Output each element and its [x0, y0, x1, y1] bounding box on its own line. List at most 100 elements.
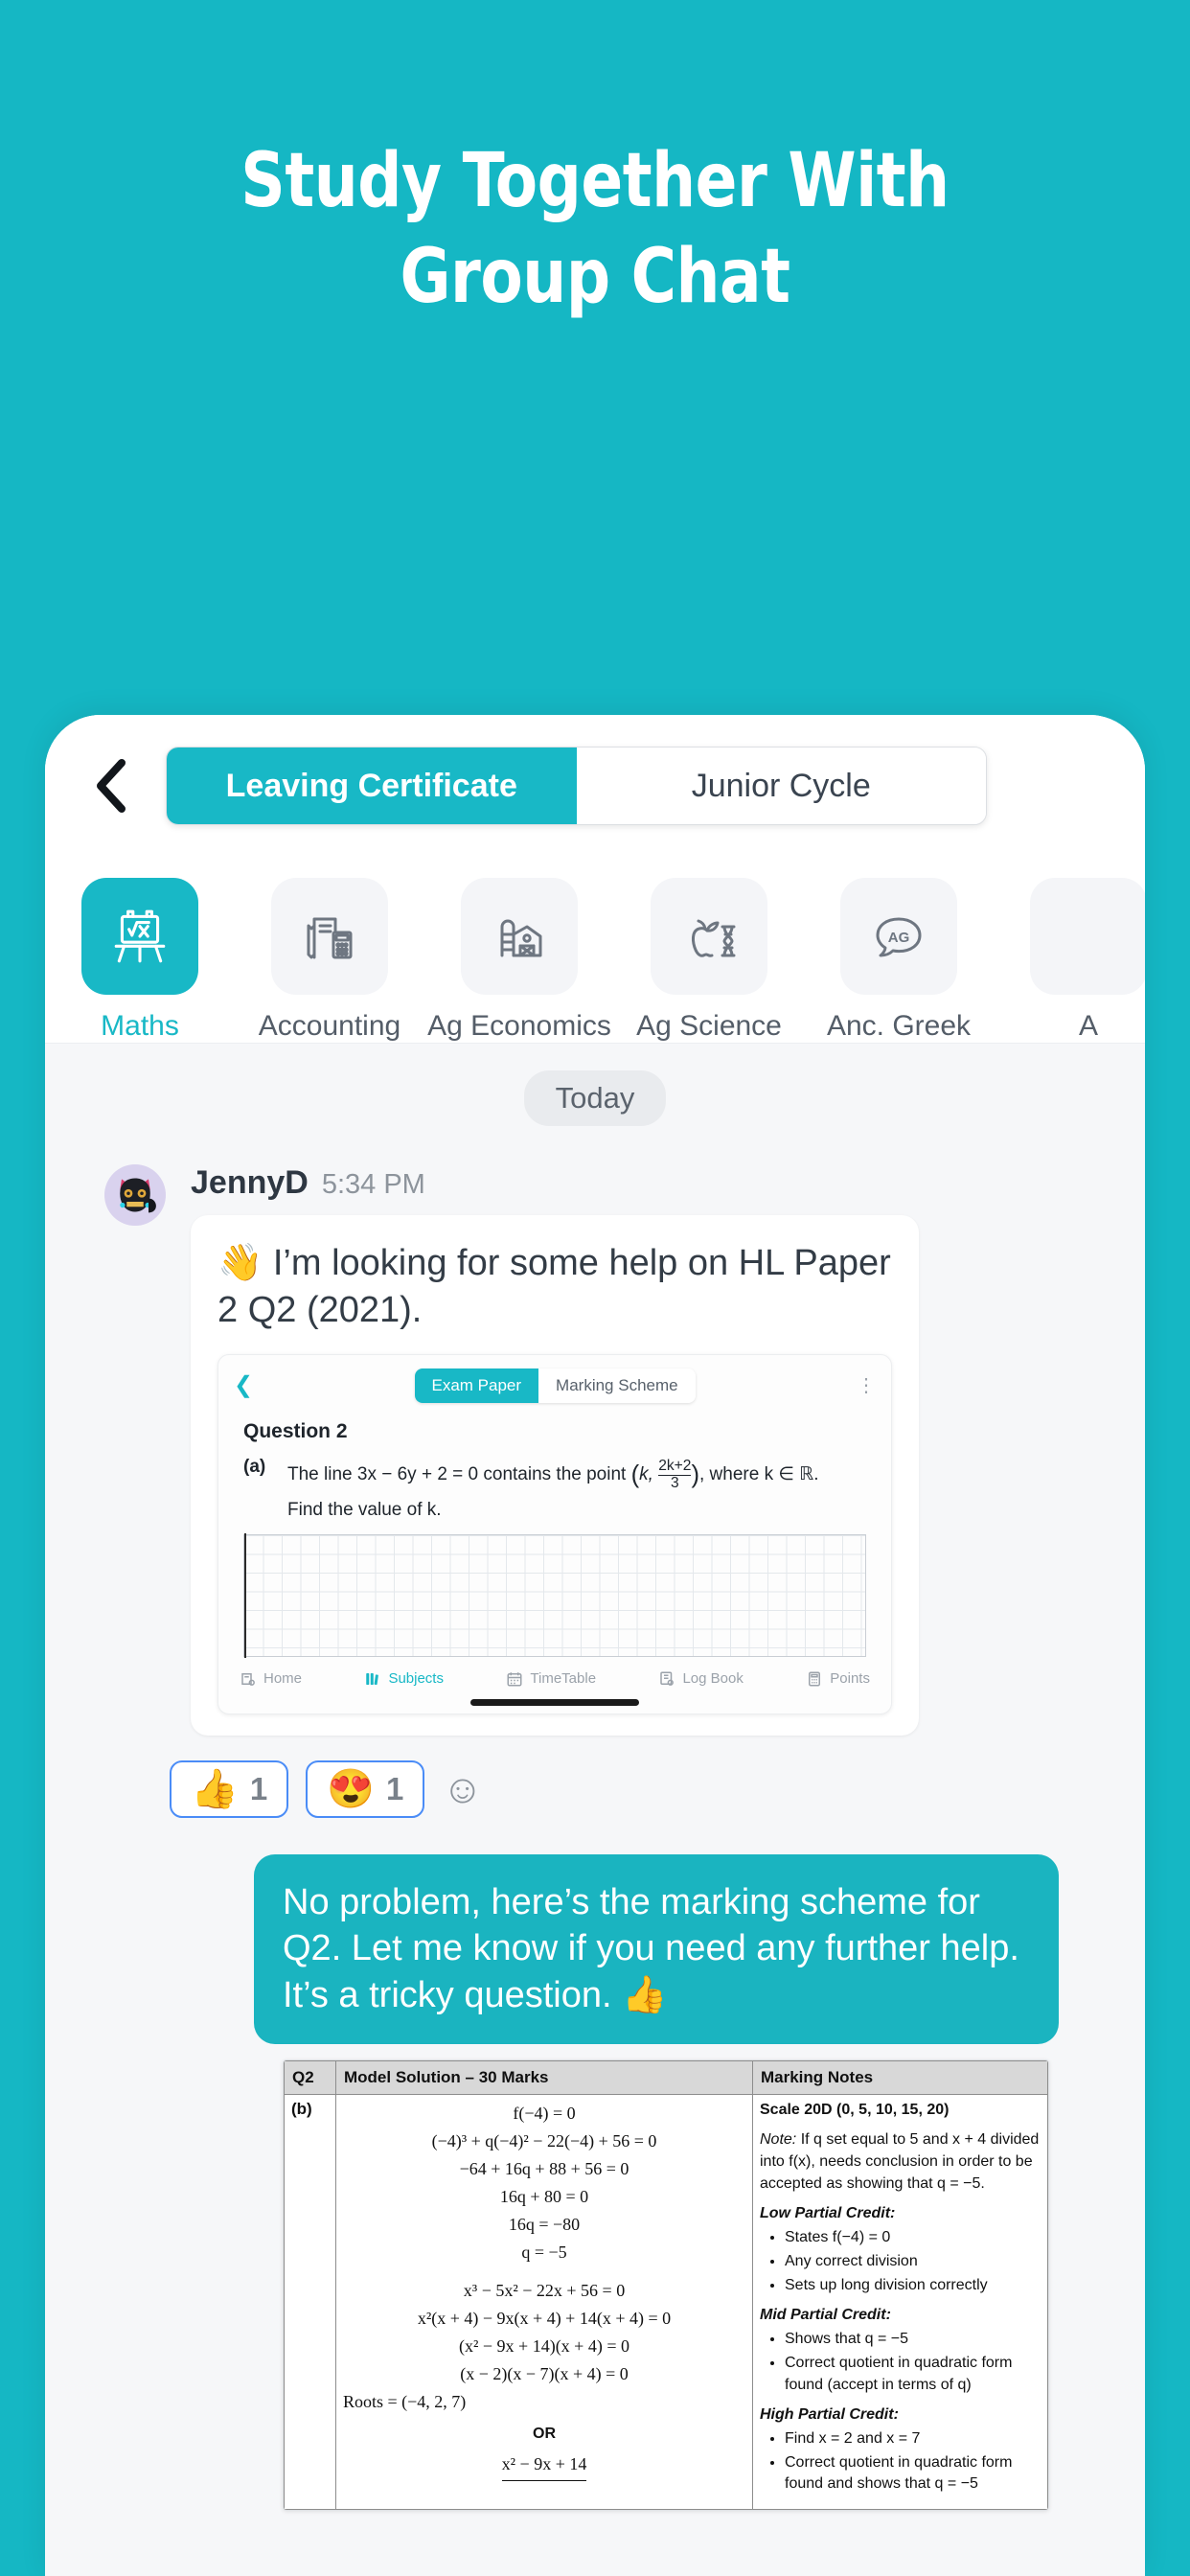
tab-exam-paper[interactable]: Exam Paper	[414, 1368, 539, 1404]
subject-item-partial[interactable]: A	[994, 878, 1145, 1043]
subject-item-accounting[interactable]: Accounting	[235, 878, 424, 1043]
nav-item-timetable[interactable]: TimeTable	[506, 1670, 596, 1688]
fraction-numerator: 2k+2	[658, 1458, 692, 1475]
message-timestamp: 5:34 PM	[321, 1169, 425, 1200]
list-item: Correct quotient in quadratic form found…	[785, 2452, 1041, 2496]
message-bubble-incoming: 👋 I’m looking for some help on HL Paper …	[191, 1215, 919, 1736]
subject-label: Ag Science	[636, 1010, 782, 1042]
question-text-before: The line 3x − 6y + 2 = 0 contains the po…	[287, 1464, 627, 1485]
exam-card-body: Question 2 (a) The line 3x − 6y + 2 = 0 …	[218, 1414, 891, 1658]
message-author: JennyD	[191, 1164, 309, 1201]
marking-scheme-card: Q2 Model Solution – 30 Marks Marking Not…	[283, 2058, 1049, 2512]
headline-line-1: Study Together With	[240, 138, 950, 224]
reaction-count: 1	[249, 1770, 268, 1806]
add-reaction-icon[interactable]: ☺	[442, 1768, 483, 1809]
solution-line: 16q + 80 = 0	[499, 2187, 589, 2207]
segment-junior-cycle[interactable]: Junior Cycle	[576, 748, 986, 824]
more-vertical-icon[interactable]: ⋮	[857, 1376, 876, 1395]
row-label: (b)	[284, 2093, 336, 2511]
phone-mockup: Leaving Certificate Junior Cycle Maths A…	[45, 715, 1145, 2576]
message-bubble-outgoing: No problem, here’s the marking scheme fo…	[254, 1853, 1059, 2044]
easel-sqrt-icon	[114, 909, 166, 963]
subject-tile	[461, 878, 578, 995]
notes-high-header: High Partial Credit:	[760, 2406, 899, 2424]
solution-line: (x² − 9x + 14)(x + 4) = 0	[459, 2335, 629, 2356]
marking-scheme-attachment[interactable]: Q2 Model Solution – 30 Marks Marking Not…	[45, 2044, 1145, 2512]
heart-eyes-icon: 😍	[327, 1767, 375, 1810]
subject-item-anc-greek[interactable]: AG Anc. Greek	[804, 878, 994, 1043]
reaction-bar[interactable]: 👍 1 😍 1 ☺	[45, 1736, 1145, 1818]
message-text: 👋 I’m looking for some help on HL Paper …	[217, 1243, 891, 1330]
nav-label: TimeTable	[530, 1670, 597, 1688]
logbook-icon	[660, 1671, 675, 1686]
list-item: States f(−4) = 0	[785, 2227, 1041, 2249]
question-text-after: , where k ∈ ℝ.	[698, 1464, 819, 1485]
subject-tile	[81, 878, 198, 995]
subject-selector[interactable]: Maths Accounting Ag Economics Ag Science…	[45, 857, 1145, 1043]
notes-low-header: Low Partial Credit:	[760, 2205, 896, 2222]
roots-line: Roots = (−4, 2, 7)	[343, 2392, 467, 2412]
nav-item-home[interactable]: Home	[240, 1670, 302, 1688]
nav-item-subjects[interactable]: Subjects	[364, 1670, 444, 1688]
subject-item-ag-science[interactable]: Ag Science	[614, 878, 804, 1043]
solution-line: f(−4) = 0	[513, 2103, 576, 2123]
solution-line: x³ − 5x² − 22x + 56 = 0	[463, 2280, 626, 2300]
subject-label: Ag Economics	[427, 1010, 611, 1042]
or-label: OR	[533, 2426, 556, 2443]
message-outgoing: No problem, here’s the marking scheme fo…	[45, 1818, 1145, 2044]
subject-tile	[271, 878, 388, 995]
home-indicator	[470, 1698, 639, 1706]
message-incoming: JennyD 5:34 PM 👋 I’m looking for some he…	[45, 1126, 1145, 1736]
tab-marking-scheme[interactable]: Marking Scheme	[538, 1368, 696, 1404]
segment-leaving-certificate[interactable]: Leaving Certificate	[167, 748, 577, 824]
barn-silo-icon	[500, 919, 542, 957]
subject-label: A	[1078, 1010, 1098, 1042]
list-item: Shows that q = −5	[785, 2329, 1041, 2351]
exam-card-header: ❮ Exam Paper Marking Scheme ⋮	[218, 1355, 891, 1414]
level-segmented-control[interactable]: Leaving Certificate Junior Cycle	[166, 747, 987, 825]
nav-label: Points	[830, 1670, 870, 1688]
message-text: No problem, here’s the marking scheme fo…	[283, 1881, 1019, 2015]
solution-line: q = −5	[521, 2242, 567, 2263]
exam-card-bottom-nav[interactable]: Home Subjects TimeTable Log Book Points	[218, 1657, 891, 1697]
chevron-left-icon[interactable]: ❮	[234, 1374, 253, 1397]
question-fraction: 2k+2 3	[658, 1458, 692, 1491]
list-item: Any correct division	[785, 2251, 1041, 2273]
speech-bubble-ag-icon: AG	[876, 917, 922, 957]
subject-item-ag-economics[interactable]: Ag Economics	[424, 878, 614, 1043]
apple-dna-icon	[692, 919, 736, 957]
page-title: Study Together With Group Chat	[48, 144, 1143, 314]
books-icon	[366, 1672, 379, 1685]
back-button[interactable]	[81, 757, 139, 815]
chat-thread: Today JennyD 5:34 PM 👋 I’m looking for s…	[45, 1043, 1145, 2576]
col-header-model-solution: Model Solution – 30 Marks	[335, 2059, 753, 2095]
reaction-thumbs-up[interactable]: 👍 1	[170, 1760, 289, 1818]
question-title: Question 2	[243, 1420, 348, 1443]
avatar[interactable]	[104, 1164, 166, 1226]
question-part: (a) The line 3x − 6y + 2 = 0 contains th…	[243, 1457, 866, 1493]
col-header-q: Q2	[284, 2059, 336, 2095]
nav-item-log-book[interactable]: Log Book	[658, 1670, 744, 1688]
solution-line: (x − 2)(x − 7)(x + 4) = 0	[460, 2364, 629, 2384]
cat-avatar-icon	[108, 1168, 162, 1222]
subject-tile	[651, 878, 767, 995]
question-part-label: (a)	[243, 1457, 266, 1478]
question-find-text: Find the value of k.	[287, 1499, 442, 1520]
list-item: Find x = 2 and x = 7	[785, 2428, 1041, 2450]
exam-paper-card[interactable]: ❮ Exam Paper Marking Scheme ⋮ Question 2…	[217, 1354, 892, 1714]
reaction-heart-eyes[interactable]: 😍 1	[306, 1760, 425, 1818]
solution-line: x²(x + 4) − 9x(x + 4) + 14(x + 4) = 0	[417, 2308, 672, 2328]
marking-scheme-table: Q2 Model Solution – 30 Marks Marking Not…	[284, 2059, 1048, 2511]
notes-high-list: Find x = 2 and x = 7 Correct quotient in…	[785, 2428, 1041, 2496]
notes-low-list: States f(−4) = 0 Any correct division Se…	[785, 2227, 1041, 2296]
question-point-var: k,	[639, 1464, 653, 1485]
table-header-row: Q2 Model Solution – 30 Marks Marking Not…	[284, 2059, 1048, 2095]
subject-label: Anc. Greek	[826, 1010, 972, 1042]
exam-card-tabs[interactable]: Exam Paper Marking Scheme	[414, 1368, 696, 1404]
subject-item-maths[interactable]: Maths	[45, 878, 235, 1043]
marking-notes-cell: Scale 20D (0, 5, 10, 15, 20) Note: If q …	[752, 2093, 1048, 2511]
notes-note-label: Note:	[760, 2131, 797, 2149]
hero-headline: Study Together With Group Chat	[0, 144, 1190, 314]
nav-item-points[interactable]: Points	[806, 1670, 870, 1688]
notes-note: Note: If q set equal to 5 and x + 4 divi…	[760, 2129, 1041, 2195]
